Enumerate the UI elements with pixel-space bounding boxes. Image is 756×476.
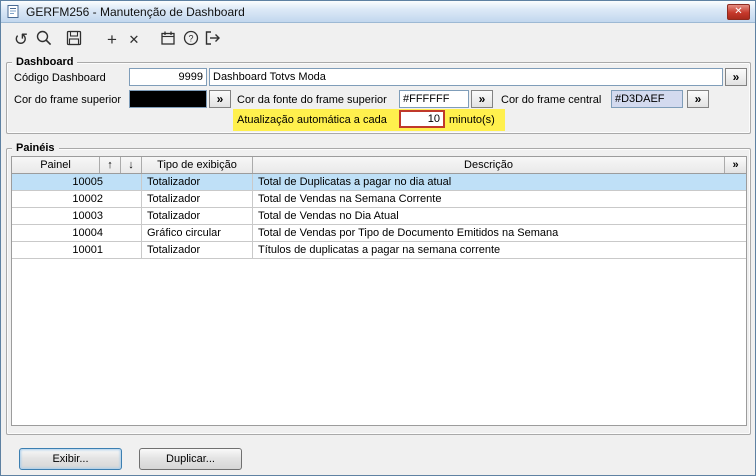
- add-icon: +: [107, 29, 117, 49]
- paineis-table-header: Painel ↑ ↓ Tipo de exibição Descrição »: [12, 157, 746, 174]
- app-window: GERFM256 - Manutenção de Dashboard ✕ ↺ +…: [0, 0, 756, 476]
- descricao-cell: Total de Vendas no Dia Atual: [258, 210, 399, 222]
- tipo-cell: Totalizador: [142, 208, 253, 224]
- painel-cell: 10003: [12, 208, 142, 224]
- search-icon: [35, 29, 53, 50]
- cor-frame-superior-swatch[interactable]: [129, 90, 207, 108]
- move-down-button[interactable]: ↓: [121, 157, 142, 173]
- help-button[interactable]: ?: [179, 27, 203, 51]
- cor-frame-superior-label: Cor do frame superior: [14, 94, 121, 106]
- paineis-table: Painel ↑ ↓ Tipo de exibição Descrição » …: [11, 156, 747, 426]
- paineis-expand-button[interactable]: »: [725, 157, 746, 173]
- exit-icon: [203, 29, 223, 50]
- calendar-button[interactable]: [156, 27, 180, 51]
- cor-fonte-input[interactable]: [399, 90, 469, 108]
- nome-dashboard-input[interactable]: [209, 68, 723, 86]
- refresh-icon: ↺: [13, 29, 29, 49]
- cor-frame-superior-picker-button[interactable]: »: [209, 90, 231, 108]
- svg-text:?: ?: [188, 33, 193, 43]
- window-title: GERFM256 - Manutenção de Dashboard: [26, 4, 245, 19]
- table-row[interactable]: 10005 Totalizador Total de Duplicatas a pa…: [12, 174, 746, 191]
- delete-icon: ✕: [128, 31, 140, 47]
- cor-frame-central-picker-button[interactable]: »: [687, 90, 709, 108]
- descricao-cell: Títulos de duplicatas a pagar na semana …: [258, 244, 501, 256]
- codigo-dashboard-input[interactable]: [129, 68, 207, 86]
- titlebar: GERFM256 - Manutenção de Dashboard ✕: [1, 1, 755, 23]
- refresh-button[interactable]: ↺: [9, 27, 33, 51]
- painel-cell: 10002: [12, 191, 142, 207]
- descricao-cell: Total de Duplicatas a pagar no dia atual: [258, 176, 452, 188]
- paineis-table-body: 10005 Totalizador Total de Duplicatas a pa…: [12, 174, 746, 259]
- paineis-group-label: Painéis: [12, 142, 59, 154]
- atualizacao-input[interactable]: [399, 110, 445, 128]
- cor-frame-central-input[interactable]: [611, 90, 683, 108]
- help-icon: ?: [182, 29, 200, 50]
- duplicar-button[interactable]: Duplicar...: [139, 448, 242, 470]
- app-icon: [6, 4, 21, 19]
- save-button[interactable]: [62, 27, 86, 51]
- calendar-icon: [159, 29, 177, 50]
- cor-fonte-label: Cor da fonte do frame superior: [237, 94, 387, 106]
- exibir-button[interactable]: Exibir...: [19, 448, 122, 470]
- dashboard-group-label: Dashboard: [12, 56, 78, 68]
- tipo-cell: Gráfico circular: [142, 225, 253, 241]
- delete-button[interactable]: ✕: [122, 27, 146, 51]
- cor-fonte-picker-button[interactable]: »: [471, 90, 493, 108]
- close-button[interactable]: ✕: [727, 3, 750, 20]
- table-row[interactable]: 10001 Totalizador Títulos de duplicatas a …: [12, 242, 746, 259]
- table-row[interactable]: 10003 Totalizador Total de Vendas no Dia A…: [12, 208, 746, 225]
- column-header-tipo: Tipo de exibição: [142, 157, 253, 173]
- descricao-cell: Total de Vendas na Semana Corrente: [258, 193, 442, 205]
- move-up-button[interactable]: ↑: [100, 157, 121, 173]
- column-header-painel: Painel: [12, 157, 100, 173]
- tipo-cell: Totalizador: [142, 242, 253, 258]
- table-row[interactable]: 10004 Gráfico circular Total de Vendas por…: [12, 225, 746, 242]
- add-button[interactable]: +: [100, 27, 124, 51]
- atualizacao-unit-label: minuto(s): [449, 114, 495, 126]
- codigo-dashboard-label: Código Dashboard: [14, 72, 106, 84]
- column-header-descricao: Descrição: [253, 157, 725, 173]
- cor-frame-central-label: Cor do frame central: [501, 94, 602, 106]
- search-button[interactable]: [32, 27, 56, 51]
- descricao-cell: Total de Vendas por Tipo de Documento Em…: [258, 227, 559, 239]
- painel-cell: 10004: [12, 225, 142, 241]
- tipo-cell: Totalizador: [142, 174, 253, 190]
- tipo-cell: Totalizador: [142, 191, 253, 207]
- painel-cell: 10005: [12, 174, 142, 190]
- exit-button[interactable]: [201, 27, 225, 51]
- nome-expand-button[interactable]: »: [725, 68, 747, 86]
- painel-cell: 10001: [12, 242, 142, 258]
- atualizacao-label: Atualização automática a cada: [237, 114, 387, 126]
- table-row[interactable]: 10002 Totalizador Total de Vendas na Seman…: [12, 191, 746, 208]
- save-icon: [65, 29, 83, 50]
